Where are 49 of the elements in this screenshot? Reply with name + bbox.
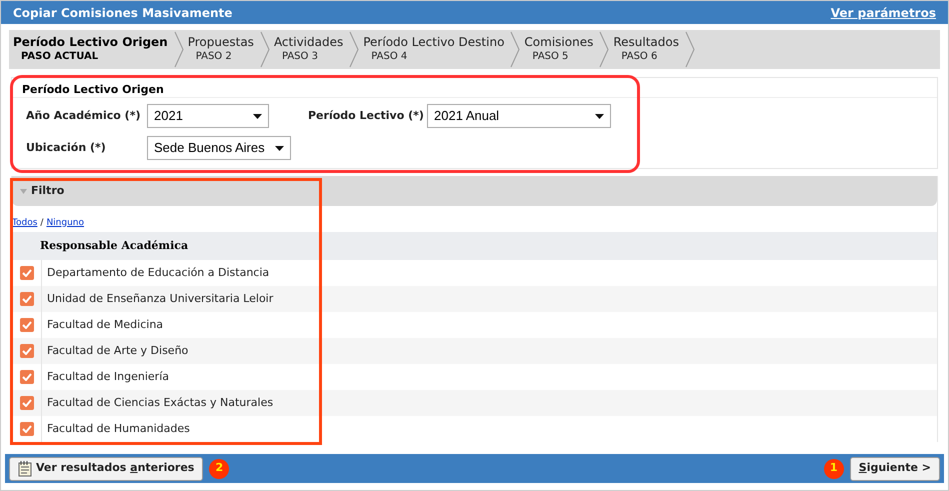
- chevron-icon: [510, 30, 520, 69]
- checkbox[interactable]: [20, 344, 34, 358]
- table-cell-text: Facultad de Ciencias Exáctas y Naturales: [46, 394, 274, 411]
- dropdown[interactable]: Sede Buenos Aires: [147, 136, 291, 160]
- select-none-link[interactable]: Ninguno: [46, 216, 84, 230]
- dropdown[interactable]: 2021: [147, 104, 269, 128]
- annotation-badge: 1: [824, 458, 844, 478]
- caret-icon: [595, 114, 604, 118]
- chevron-icon: [349, 30, 360, 69]
- checkbox[interactable]: [20, 318, 34, 332]
- checkbox[interactable]: [20, 396, 34, 410]
- step-item: Propuestas PASO 2: [186, 34, 255, 64]
- field-label: Ubicación (*): [26, 140, 107, 156]
- caret-icon: [275, 146, 284, 150]
- separator-text: /: [40, 216, 44, 230]
- table-cell-text: Unidad de Enseñanza Universitaria Leloir: [46, 290, 274, 307]
- caret-icon: [253, 114, 262, 118]
- table-cell-text: Departamento de Educación a Distancia: [46, 264, 270, 281]
- field-label: Período Lectivo (*): [308, 108, 425, 124]
- checkbox[interactable]: [20, 266, 34, 280]
- select-all-link[interactable]: Todos: [12, 216, 38, 230]
- checkbox[interactable]: [20, 370, 34, 384]
- previous-results-button[interactable]: Ver resultados anteriores: [9, 456, 204, 480]
- table-cell-text: Facultad de Humanidades: [46, 420, 190, 437]
- checkbox[interactable]: [20, 422, 34, 436]
- section-title: Período Lectivo Origen: [12, 78, 937, 98]
- step-item: Período Lectivo Origen PASO ACTUAL: [12, 34, 169, 64]
- step-item: Resultados PASO 6: [612, 34, 680, 64]
- window-title: Copiar Comisiones Masivamente: [13, 4, 232, 22]
- dropdown[interactable]: 2021 Anual: [427, 104, 611, 128]
- checkbox[interactable]: [20, 292, 34, 306]
- table-cell-text: Facultad de Arte y Diseño: [46, 342, 188, 359]
- collapse-icon: [20, 188, 27, 194]
- chevron-icon: [260, 30, 270, 69]
- table-cell-text: Facultad de Ingeniería: [46, 368, 169, 385]
- chevron-icon: [174, 30, 184, 69]
- notepad-icon: [18, 460, 32, 476]
- annotation-badge: 2: [209, 458, 230, 478]
- parameters-link[interactable]: Ver parámetros: [830, 4, 936, 22]
- chevron-icon: [599, 30, 610, 69]
- step-item: Período Lectivo Destino PASO 4: [362, 34, 506, 64]
- table-header: Responsable Académica: [12, 232, 937, 260]
- step-item: Actividades PASO 3: [272, 34, 344, 64]
- next-button[interactable]: Siguiente >: [850, 456, 940, 480]
- step-item: Comisiones PASO 5: [523, 34, 594, 64]
- field-label: Año Académico (*): [26, 108, 142, 124]
- table-cell-text: Facultad de Medicina: [46, 316, 164, 333]
- filter-header[interactable]: Filtro: [12, 176, 937, 206]
- chevron-icon: [685, 30, 695, 69]
